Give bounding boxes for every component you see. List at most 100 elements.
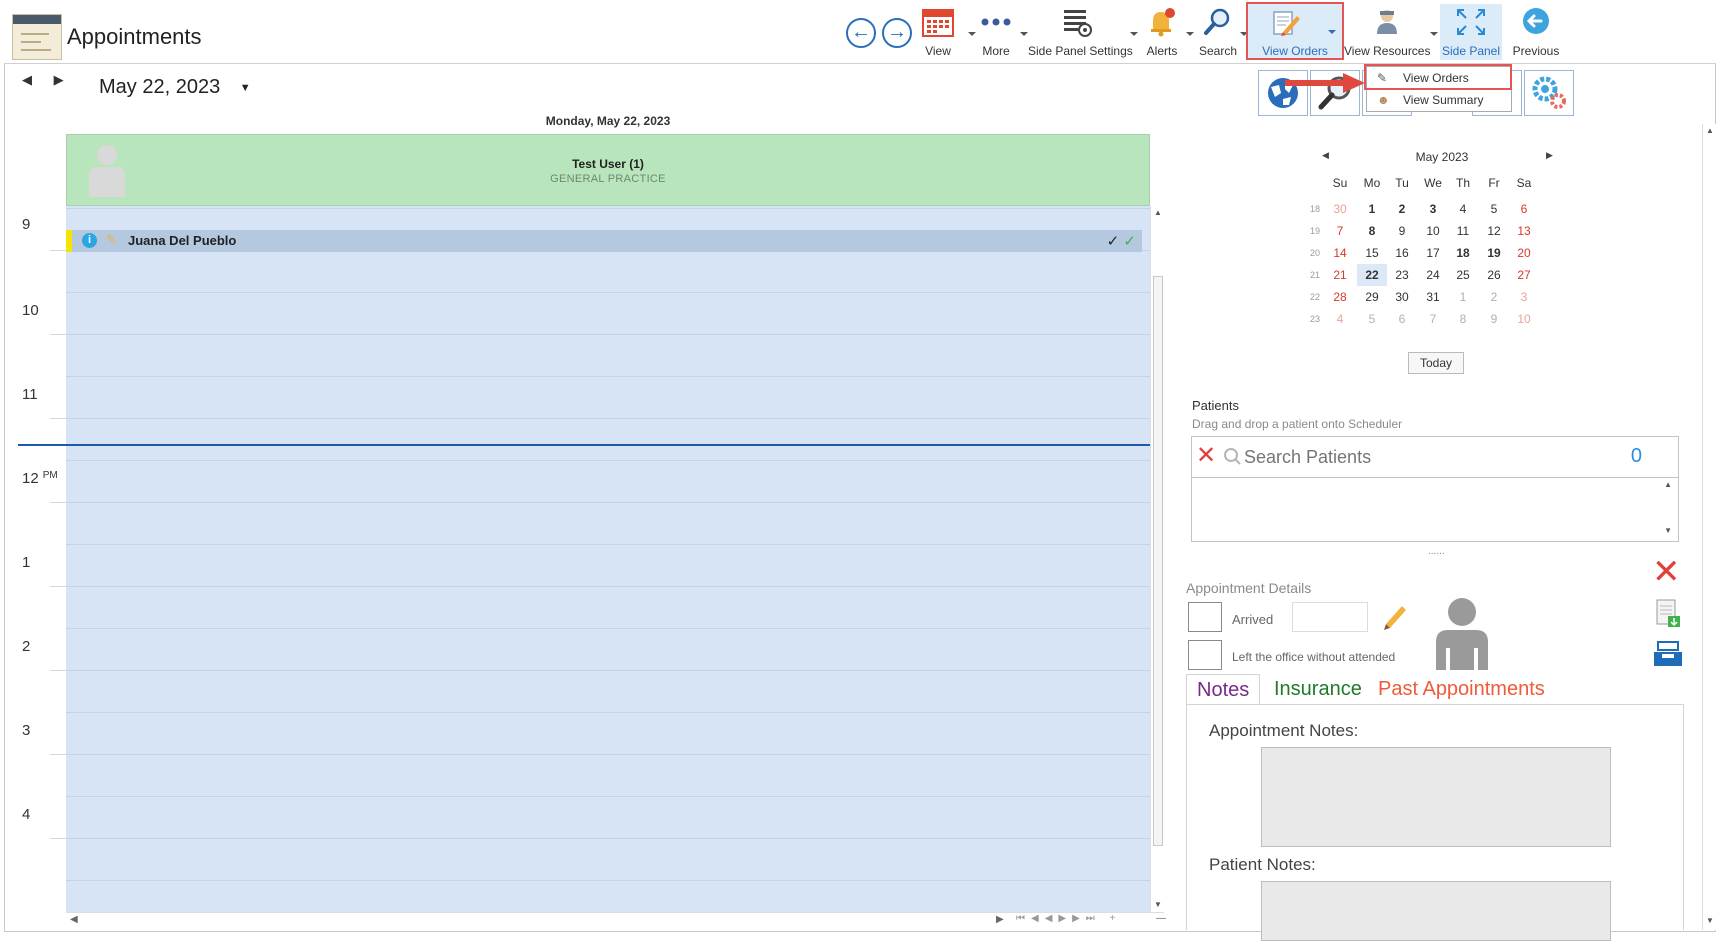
chevron-down-icon: ▼ <box>239 81 251 94</box>
calendar-day[interactable]: 2 <box>1479 286 1509 308</box>
more-dropdown-caret[interactable] <box>1020 32 1028 36</box>
alerts-button[interactable]: Alerts <box>1140 4 1184 60</box>
calendar-day[interactable]: 28 <box>1325 286 1355 308</box>
scroll-down-icon[interactable]: ▼ <box>1154 900 1162 909</box>
search-patients-input[interactable] <box>1244 445 1604 469</box>
navigation-controls[interactable]: ⏮◀◀▶▶⏭ + <box>1016 913 1121 924</box>
calendar-day[interactable]: 26 <box>1479 264 1509 286</box>
calendar-day[interactable]: 30 <box>1325 198 1355 220</box>
calendar-day[interactable]: 20 <box>1509 242 1539 264</box>
date-picker[interactable]: May 22, 2023 ▼ <box>99 76 251 99</box>
schedule-horizontal-scrollbar[interactable]: ◀ ▶ ⏮◀◀▶▶⏭ + — <box>66 912 1166 926</box>
edit-pencil-icon[interactable] <box>1380 600 1412 632</box>
prev-day-icon[interactable]: ◀ <box>22 72 32 87</box>
appointment-notes-label: Appointment Notes: <box>1209 721 1359 740</box>
alerts-dropdown-caret[interactable] <box>1186 32 1194 36</box>
calendar-day[interactable]: 7 <box>1418 308 1448 330</box>
side-panel-settings-gear-button[interactable] <box>1524 70 1574 116</box>
calendar-day[interactable]: 10 <box>1418 220 1448 242</box>
previous-button[interactable]: Previous <box>1510 4 1562 60</box>
left-office-checkbox[interactable] <box>1188 640 1222 670</box>
calendar-day[interactable]: 29 <box>1357 286 1387 308</box>
calendar-day[interactable]: 14 <box>1325 242 1355 264</box>
calendar-day[interactable]: 2 <box>1387 198 1417 220</box>
appointment-notes-field[interactable] <box>1261 747 1611 847</box>
calendar-day[interactable]: 8 <box>1357 220 1387 242</box>
patient-notes-field[interactable] <box>1261 881 1611 941</box>
calendar-day[interactable]: 31 <box>1418 286 1448 308</box>
calendar-day[interactable]: 12 <box>1479 220 1509 242</box>
side-panel-toggle-button[interactable]: Side Panel <box>1440 4 1502 60</box>
next-day-icon[interactable]: ▶ <box>54 72 64 87</box>
scroll-left-icon[interactable]: ◀ <box>70 914 78 925</box>
arrived-time-field[interactable] <box>1292 602 1368 632</box>
clear-x-icon[interactable]: ✕ <box>1196 441 1216 470</box>
scroll-down-icon[interactable]: ▼ <box>1706 916 1714 925</box>
forward-arrow-button[interactable]: → <box>882 18 912 48</box>
calendar-day[interactable]: 22 <box>1357 264 1387 286</box>
calendar-day[interactable]: 13 <box>1509 220 1539 242</box>
arrived-checkbox[interactable] <box>1188 602 1222 632</box>
calendar-day[interactable]: 15 <box>1357 242 1387 264</box>
side-panel-settings-button[interactable]: Side Panel Settings <box>1028 4 1133 60</box>
panel-splitter[interactable]: ...... <box>1428 546 1445 557</box>
inbox-tray-icon[interactable] <box>1652 638 1684 668</box>
calendar-day[interactable]: 9 <box>1479 308 1509 330</box>
calendar-day[interactable]: 21 <box>1325 264 1355 286</box>
tab-insurance[interactable]: Insurance <box>1264 674 1372 704</box>
day-header: Monday, May 22, 2023 <box>545 114 671 128</box>
calendar-day[interactable]: 11 <box>1448 220 1478 242</box>
more-button[interactable]: More <box>974 4 1018 60</box>
calendar-day[interactable]: 6 <box>1387 308 1417 330</box>
calendar-day[interactable]: 4 <box>1448 198 1478 220</box>
schedule-grid[interactable] <box>66 206 1150 912</box>
calendar-day[interactable]: 9 <box>1387 220 1417 242</box>
calendar-day[interactable]: 8 <box>1448 308 1478 330</box>
view-button[interactable]: View <box>916 4 960 60</box>
calendar-day[interactable]: 6 <box>1509 198 1539 220</box>
calendar-day[interactable]: 24 <box>1418 264 1448 286</box>
calendar-day[interactable]: 27 <box>1509 264 1539 286</box>
calendar-day[interactable]: 4 <box>1325 308 1355 330</box>
document-download-icon[interactable] <box>1654 598 1682 628</box>
calendar-day[interactable]: 19 <box>1479 242 1509 264</box>
tab-notes[interactable]: Notes <box>1186 674 1261 704</box>
calendar-day[interactable]: 18 <box>1448 242 1478 264</box>
scroll-up-icon[interactable]: ▲ <box>1154 208 1162 217</box>
scroll-right-icon[interactable]: ▶ <box>996 914 1004 925</box>
calendar-day[interactable]: 17 <box>1418 242 1448 264</box>
side-panel-scrollbar[interactable]: ▲ ▼ <box>1702 124 1716 930</box>
back-arrow-button[interactable]: ← <box>846 18 876 48</box>
view-resources-button[interactable]: View Resources <box>1344 4 1430 60</box>
calendar-day[interactable]: 5 <box>1479 198 1509 220</box>
calendar-day[interactable]: 1 <box>1357 198 1387 220</box>
more-dots-icon <box>981 18 1011 26</box>
search-button[interactable]: Search <box>1196 4 1240 60</box>
calendar-day[interactable]: 10 <box>1509 308 1539 330</box>
menu-item-view-summary[interactable]: ☻ View Summary <box>1367 89 1511 111</box>
calendar-day[interactable]: 1 <box>1448 286 1478 308</box>
calendar-weekday-label: Th <box>1455 176 1470 190</box>
calendar-day[interactable]: 16 <box>1387 242 1417 264</box>
delete-x-icon[interactable]: ✕ <box>1652 552 1681 592</box>
patients-list[interactable]: ▲ ▼ <box>1191 478 1679 542</box>
calendar-day[interactable]: 25 <box>1448 264 1478 286</box>
zoom-out-icon[interactable]: — <box>1156 913 1166 924</box>
scroll-down-icon[interactable]: ▼ <box>1664 526 1672 535</box>
calendar-next-month-icon[interactable]: ▶ <box>1546 150 1553 161</box>
today-button[interactable]: Today <box>1408 352 1464 374</box>
calendar-day[interactable]: 5 <box>1357 308 1387 330</box>
schedule-vertical-scrollbar[interactable]: ▲ ▼ <box>1150 206 1164 912</box>
scroll-up-icon[interactable]: ▲ <box>1664 480 1672 489</box>
info-icon[interactable]: i <box>82 233 97 248</box>
calendar-day[interactable]: 7 <box>1325 220 1355 242</box>
calendar-day[interactable]: 3 <box>1418 198 1448 220</box>
calendar-day[interactable]: 3 <box>1509 286 1539 308</box>
view-resources-caret[interactable] <box>1430 32 1438 36</box>
calendar-day[interactable]: 30 <box>1387 286 1417 308</box>
calendar-day[interactable]: 23 <box>1387 264 1417 286</box>
appointment-block[interactable]: i ✎ Juana Del Pueblo ✓ ✓ <box>66 230 1142 252</box>
side-panel-settings-caret[interactable] <box>1130 32 1138 36</box>
scroll-up-icon[interactable]: ▲ <box>1706 126 1714 135</box>
tab-past-appointments[interactable]: Past Appointments <box>1368 674 1555 704</box>
